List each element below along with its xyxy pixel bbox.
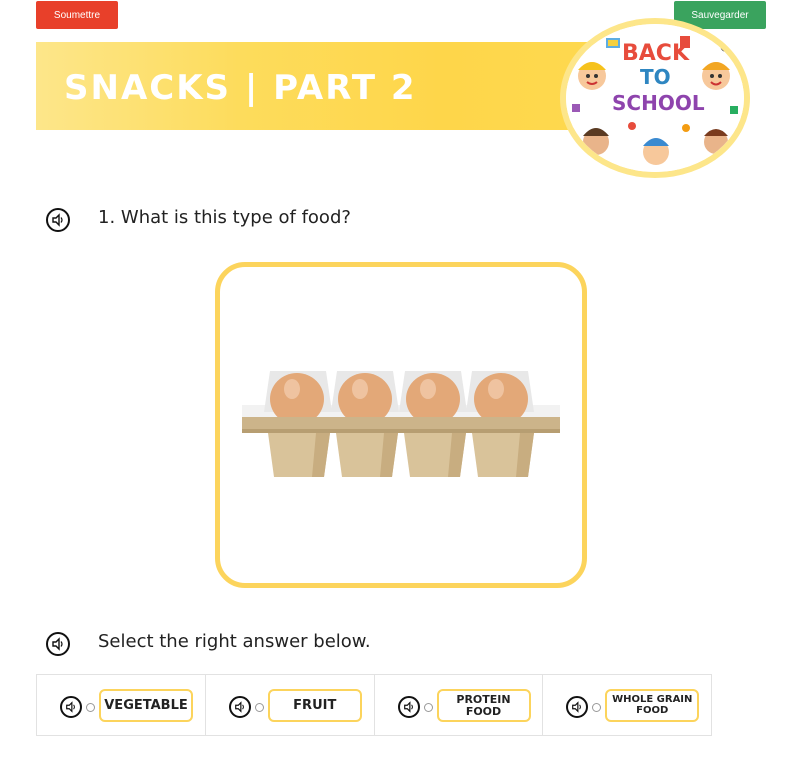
speaker-icon[interactable] xyxy=(46,208,70,232)
question-image-card xyxy=(215,262,587,588)
speaker-icon[interactable] xyxy=(566,696,589,718)
answer-label[interactable]: PROTEIN FOOD xyxy=(436,689,531,722)
answer-option-whole-grain-food[interactable]: WHOLE GRAIN FOOD xyxy=(543,675,711,735)
answer-option-protein-food[interactable]: PROTEIN FOOD xyxy=(375,675,544,735)
answer-label[interactable]: FRUIT xyxy=(267,689,362,722)
answer-radio[interactable] xyxy=(254,703,264,712)
page-title: SNACKS | PART 2 xyxy=(64,68,417,108)
answer-option-fruit[interactable]: FRUIT xyxy=(206,675,375,735)
answer-radio[interactable] xyxy=(86,703,95,712)
egg-carton-image xyxy=(242,371,560,477)
answer-radio[interactable] xyxy=(592,703,602,712)
speaker-icon[interactable] xyxy=(397,696,420,718)
answer-radio[interactable] xyxy=(423,703,433,712)
back-to-school-illustration: BACK TO SCHOOL xyxy=(566,24,744,172)
question-text: 1. What is this type of food? xyxy=(98,207,351,228)
answer-option-vegetable[interactable]: VEGETABLE xyxy=(37,675,206,735)
badge-to: TO xyxy=(640,65,671,89)
badge-back: BACK xyxy=(622,41,690,66)
answer-options: VEGETABLE FRUIT PROTEIN FOOD WHOLE GRAIN… xyxy=(36,674,712,736)
instruction-text: Select the right answer below. xyxy=(98,631,371,652)
answer-label[interactable]: WHOLE GRAIN FOOD xyxy=(605,689,700,722)
speaker-icon[interactable] xyxy=(60,696,82,718)
submit-button[interactable]: Soumettre xyxy=(36,1,118,29)
speaker-icon[interactable] xyxy=(46,632,70,656)
back-to-school-badge: BACK TO SCHOOL xyxy=(560,18,750,178)
badge-school: SCHOOL xyxy=(612,91,705,115)
speaker-icon[interactable] xyxy=(228,696,251,718)
answer-label[interactable]: VEGETABLE xyxy=(99,689,193,722)
